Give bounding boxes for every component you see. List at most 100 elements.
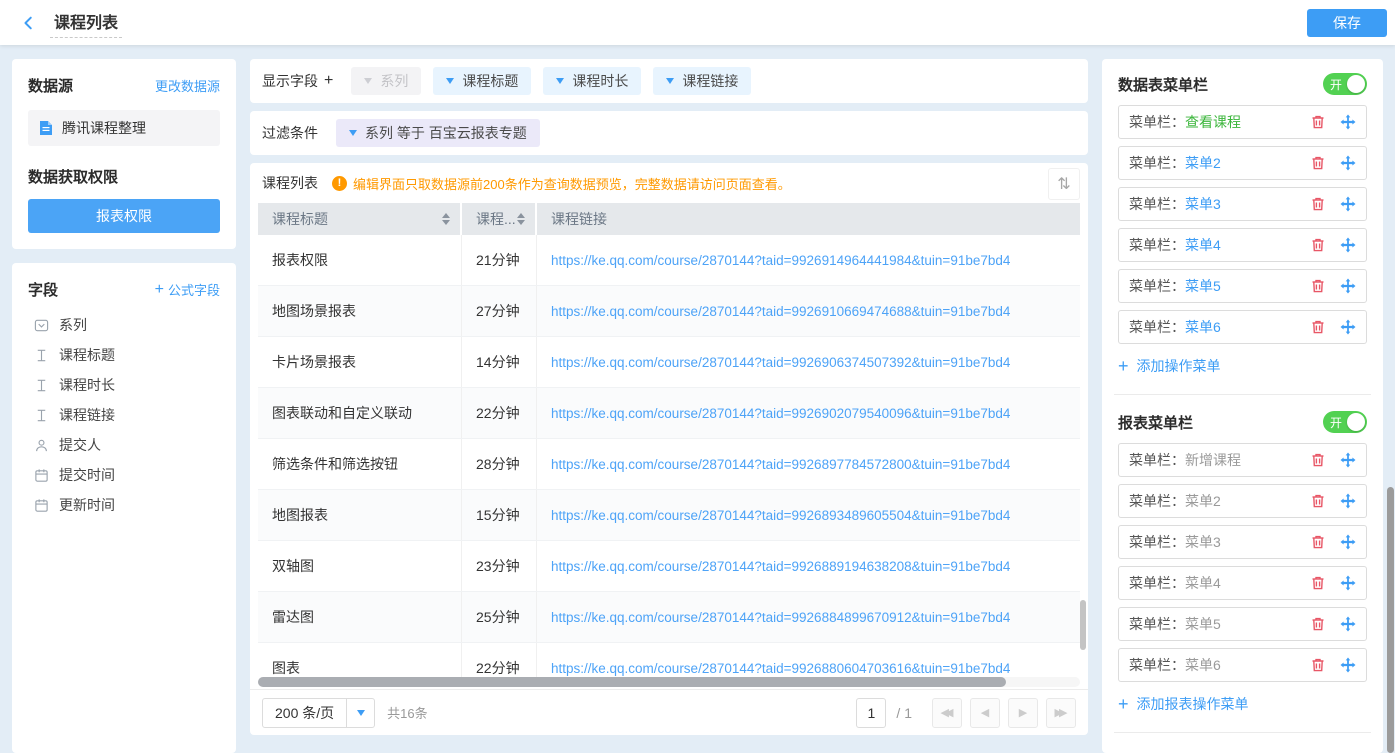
- menu-item: 菜单栏： 菜单6: [1118, 648, 1367, 682]
- total-count: 共16条: [387, 703, 427, 722]
- fields-card: 字段 公式字段 系列 课程标题 课程时长: [12, 263, 236, 753]
- field-item[interactable]: 课程标题: [28, 340, 220, 370]
- chevron-down-icon: [556, 78, 564, 84]
- trash-icon[interactable]: [1310, 155, 1326, 171]
- sort-arrows-icon[interactable]: [517, 213, 525, 225]
- course-link[interactable]: https://ke.qq.com/course/2870144?taid=99…: [551, 610, 1010, 625]
- menu-item-prefix: 菜单栏：: [1129, 532, 1185, 552]
- prev-page-button[interactable]: [970, 698, 1000, 728]
- trash-icon[interactable]: [1310, 616, 1326, 632]
- move-icon[interactable]: [1340, 237, 1356, 253]
- formula-field-label: 公式字段: [168, 280, 220, 299]
- menu-item-name[interactable]: 菜单5: [1185, 614, 1221, 634]
- move-icon[interactable]: [1340, 155, 1356, 171]
- course-link[interactable]: https://ke.qq.com/course/2870144?taid=99…: [551, 406, 1010, 421]
- column-header-course-title[interactable]: 课程标题: [258, 203, 462, 235]
- page-vertical-scrollbar-thumb[interactable]: [1387, 487, 1394, 753]
- trash-icon[interactable]: [1310, 237, 1326, 253]
- table-row: 筛选条件和筛选按钮 28分钟 https://ke.qq.com/course/…: [258, 439, 1080, 490]
- course-link[interactable]: https://ke.qq.com/course/2870144?taid=99…: [551, 661, 1010, 676]
- display-field-tag[interactable]: 系列: [351, 67, 421, 95]
- trash-icon[interactable]: [1310, 493, 1326, 509]
- field-item[interactable]: 提交时间: [28, 460, 220, 490]
- add-display-field-icon[interactable]: [324, 72, 333, 90]
- menu-item-prefix: 菜单栏：: [1129, 573, 1185, 593]
- horizontal-scrollbar-thumb[interactable]: [258, 677, 1006, 687]
- menu-item-name[interactable]: 菜单5: [1185, 276, 1221, 296]
- trash-icon[interactable]: [1310, 657, 1326, 673]
- table-row: 报表权限 21分钟 https://ke.qq.com/course/28701…: [258, 235, 1080, 286]
- current-page-input[interactable]: 1: [856, 698, 886, 728]
- move-icon[interactable]: [1340, 278, 1356, 294]
- datasource-item[interactable]: 腾讯课程整理: [28, 110, 220, 146]
- add-table-menu-link[interactable]: 添加操作菜单: [1118, 356, 1367, 376]
- filter-condition-tag[interactable]: 系列 等于 百宝云报表专题: [336, 119, 540, 147]
- move-icon[interactable]: [1340, 319, 1356, 335]
- back-chevron-icon: [21, 15, 37, 31]
- menu-item-name[interactable]: 菜单6: [1185, 317, 1221, 337]
- sort-arrows-icon[interactable]: [442, 213, 450, 225]
- course-link[interactable]: https://ke.qq.com/course/2870144?taid=99…: [551, 253, 1010, 268]
- column-label: 课程标题: [272, 209, 328, 229]
- menu-item-name[interactable]: 查看课程: [1185, 112, 1241, 132]
- next-page-button[interactable]: [1008, 698, 1038, 728]
- move-icon[interactable]: [1340, 196, 1356, 212]
- sort-toggle-icon[interactable]: [1048, 168, 1080, 200]
- display-field-tag[interactable]: 课程标题: [433, 67, 531, 95]
- trash-icon[interactable]: [1310, 575, 1326, 591]
- main-editor-column: 显示字段 系列 课程标题 课程时长: [250, 59, 1088, 753]
- save-button[interactable]: 保存: [1307, 9, 1387, 37]
- course-link[interactable]: https://ke.qq.com/course/2870144?taid=99…: [551, 508, 1010, 523]
- trash-icon[interactable]: [1310, 278, 1326, 294]
- field-item[interactable]: 提交人: [28, 430, 220, 460]
- menu-item-name[interactable]: 菜单4: [1185, 573, 1221, 593]
- page-size-value: 200 条/页: [263, 703, 346, 723]
- table-row: 卡片场景报表 14分钟 https://ke.qq.com/course/287…: [258, 337, 1080, 388]
- table-menu-toggle[interactable]: 开: [1323, 73, 1367, 95]
- trash-icon[interactable]: [1310, 319, 1326, 335]
- course-link[interactable]: https://ke.qq.com/course/2870144?taid=99…: [551, 355, 1010, 370]
- last-page-button[interactable]: [1046, 698, 1076, 728]
- course-link[interactable]: https://ke.qq.com/course/2870144?taid=99…: [551, 559, 1010, 574]
- course-link-cell: https://ke.qq.com/course/2870144?taid=99…: [537, 286, 1080, 336]
- move-icon[interactable]: [1340, 452, 1356, 468]
- course-link[interactable]: https://ke.qq.com/course/2870144?taid=99…: [551, 304, 1010, 319]
- trash-icon[interactable]: [1310, 114, 1326, 130]
- move-icon[interactable]: [1340, 534, 1356, 550]
- menu-item-name[interactable]: 菜单3: [1185, 194, 1221, 214]
- menu-item: 菜单栏： 菜单3: [1118, 525, 1367, 559]
- report-permission-button[interactable]: 报表权限: [28, 199, 220, 233]
- field-item[interactable]: 课程时长: [28, 370, 220, 400]
- trash-icon[interactable]: [1310, 534, 1326, 550]
- page-size-select[interactable]: 200 条/页: [262, 698, 375, 728]
- first-page-button[interactable]: [932, 698, 962, 728]
- trash-icon[interactable]: [1310, 452, 1326, 468]
- field-item[interactable]: 课程链接: [28, 400, 220, 430]
- column-header-course-duration[interactable]: 课程...: [462, 203, 537, 235]
- add-formula-field-link[interactable]: 公式字段: [155, 280, 220, 299]
- move-icon[interactable]: [1340, 657, 1356, 673]
- report-menu-toggle[interactable]: 开: [1323, 411, 1367, 433]
- course-link[interactable]: https://ke.qq.com/course/2870144?taid=99…: [551, 457, 1010, 472]
- table-vertical-scrollbar-thumb[interactable]: [1080, 600, 1086, 650]
- menu-item-name[interactable]: 菜单2: [1185, 153, 1221, 173]
- trash-icon[interactable]: [1310, 196, 1326, 212]
- move-icon[interactable]: [1340, 575, 1356, 591]
- move-icon[interactable]: [1340, 616, 1356, 632]
- field-item[interactable]: 更新时间: [28, 490, 220, 520]
- display-field-tag[interactable]: 课程时长: [543, 67, 641, 95]
- back-button[interactable]: [16, 10, 42, 36]
- field-item[interactable]: 系列: [28, 310, 220, 340]
- horizontal-scrollbar-track[interactable]: [258, 677, 1080, 687]
- menu-item-name[interactable]: 菜单6: [1185, 655, 1221, 675]
- menu-item-name[interactable]: 菜单2: [1185, 491, 1221, 511]
- change-datasource-link[interactable]: 更改数据源: [155, 76, 220, 95]
- menu-item-name[interactable]: 新增课程: [1185, 450, 1241, 470]
- add-report-menu-link[interactable]: 添加报表操作菜单: [1118, 694, 1367, 714]
- filter-label: 过滤条件: [262, 123, 318, 143]
- display-field-tag[interactable]: 课程链接: [653, 67, 751, 95]
- menu-item-name[interactable]: 菜单3: [1185, 532, 1221, 552]
- menu-item-name[interactable]: 菜单4: [1185, 235, 1221, 255]
- move-icon[interactable]: [1340, 493, 1356, 509]
- move-icon[interactable]: [1340, 114, 1356, 130]
